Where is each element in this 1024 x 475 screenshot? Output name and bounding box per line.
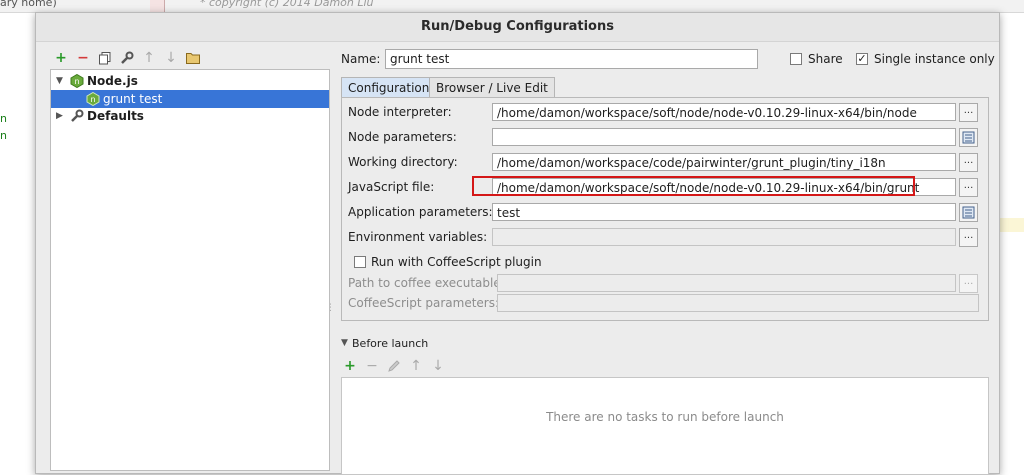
tree-item-defaults[interactable]: ▶ Defaults bbox=[51, 107, 329, 125]
move-down-button[interactable]: ↓ bbox=[162, 49, 180, 67]
tree-label-nodejs: Node.js bbox=[87, 74, 138, 88]
coffee-path-label: Path to coffee executable: bbox=[348, 276, 505, 290]
nodejs-icon: n bbox=[70, 74, 84, 88]
svg-text:n: n bbox=[90, 95, 95, 104]
move-task-down-button[interactable]: ↓ bbox=[429, 357, 447, 375]
working-directory-browse-button[interactable]: ... bbox=[959, 153, 978, 172]
tree-label-defaults: Defaults bbox=[87, 109, 144, 123]
environment-variables-label: Environment variables: bbox=[348, 230, 488, 244]
copy-configuration-button[interactable] bbox=[96, 49, 114, 67]
wrench-icon bbox=[71, 109, 84, 122]
background-fragment: n bbox=[0, 129, 7, 142]
node-parameters-label: Node parameters: bbox=[348, 130, 457, 144]
expand-editor-icon bbox=[962, 131, 975, 144]
name-field[interactable]: grunt test bbox=[385, 49, 758, 69]
splitter-handle[interactable]: ⋮ bbox=[326, 303, 335, 313]
background-fragment: n bbox=[0, 112, 7, 125]
run-debug-dialog: Run/Debug Configurations + − ↑ ↓ ▼ n Nod… bbox=[35, 12, 1000, 475]
add-configuration-button[interactable]: + bbox=[52, 49, 70, 67]
folder-button[interactable] bbox=[184, 49, 202, 67]
before-launch-toggle-icon[interactable]: ▼ bbox=[341, 338, 348, 348]
before-launch-title: Before launch bbox=[352, 337, 429, 350]
environment-variables-field[interactable] bbox=[492, 228, 956, 246]
tab-browser-live-edit[interactable]: Browser / Live Edit bbox=[429, 77, 555, 97]
application-parameters-label: Application parameters: bbox=[348, 205, 493, 219]
expanded-arrow-icon[interactable]: ▼ bbox=[56, 72, 63, 90]
background-top-text: ary home) bbox=[0, 0, 57, 9]
background-code-text: * copyright (c) 2014 Damon Liu bbox=[200, 0, 374, 9]
move-task-up-button[interactable]: ↑ bbox=[407, 357, 425, 375]
dialog-title: Run/Debug Configurations bbox=[36, 13, 999, 42]
expand-editor-icon bbox=[962, 206, 975, 219]
svg-text:n: n bbox=[74, 77, 79, 86]
add-task-button[interactable]: + bbox=[341, 357, 359, 375]
working-directory-field[interactable]: /home/damon/workspace/code/pairwinter/gr… bbox=[492, 153, 956, 171]
javascript-file-label: JavaScript file: bbox=[348, 180, 435, 194]
node-parameters-expand-button[interactable] bbox=[959, 128, 978, 147]
tree-label-grunt-test: grunt test bbox=[103, 92, 163, 106]
coffee-path-browse-button[interactable]: ... bbox=[959, 274, 978, 293]
share-label: Share bbox=[808, 52, 843, 66]
javascript-file-browse-button[interactable]: ... bbox=[959, 178, 978, 197]
nodejs-config-icon: n bbox=[86, 92, 100, 106]
empty-tasks-message: There are no tasks to run before launch bbox=[546, 410, 784, 424]
pencil-icon bbox=[388, 360, 400, 372]
node-parameters-field[interactable] bbox=[492, 128, 956, 146]
edit-task-button[interactable] bbox=[385, 357, 403, 375]
configuration-tree: ▼ n Node.js n grunt test ▶ Defaults bbox=[50, 69, 330, 471]
tree-item-grunt-test[interactable]: n grunt test bbox=[51, 90, 329, 108]
tree-item-nodejs[interactable]: ▼ n Node.js bbox=[51, 72, 329, 90]
node-interpreter-browse-button[interactable]: ... bbox=[959, 103, 978, 122]
wrench-icon bbox=[121, 51, 134, 64]
edit-defaults-button[interactable] bbox=[118, 49, 136, 67]
copy-icon bbox=[99, 52, 111, 65]
environment-variables-browse-button[interactable]: ... bbox=[959, 228, 978, 247]
coffee-path-field[interactable] bbox=[497, 274, 956, 292]
application-parameters-expand-button[interactable] bbox=[959, 203, 978, 222]
folder-icon bbox=[186, 53, 200, 64]
background-highlight bbox=[998, 218, 1024, 232]
name-label: Name: bbox=[341, 52, 381, 66]
tab-configuration[interactable]: Configuration bbox=[341, 77, 437, 97]
single-instance-label: Single instance only bbox=[874, 52, 995, 66]
coffee-params-label: CoffeeScript parameters: bbox=[348, 296, 500, 310]
coffee-params-field[interactable] bbox=[497, 294, 979, 312]
collapsed-arrow-icon[interactable]: ▶ bbox=[56, 107, 63, 125]
remove-configuration-button[interactable]: − bbox=[74, 49, 92, 67]
annotation-highlight-box bbox=[472, 176, 915, 196]
application-parameters-field[interactable]: test bbox=[492, 203, 956, 221]
move-up-button[interactable]: ↑ bbox=[140, 49, 158, 67]
node-interpreter-field[interactable]: /home/damon/workspace/soft/node/node-v0.… bbox=[492, 103, 956, 121]
working-directory-label: Working directory: bbox=[348, 155, 458, 169]
node-interpreter-label: Node interpreter: bbox=[348, 105, 452, 119]
share-checkbox[interactable] bbox=[790, 53, 802, 65]
before-launch-task-list[interactable]: There are no tasks to run before launch bbox=[341, 377, 989, 475]
coffeescript-label: Run with CoffeeScript plugin bbox=[371, 255, 542, 269]
background-gutter-marker bbox=[150, 0, 165, 12]
single-instance-checkbox[interactable]: ✓ bbox=[856, 53, 868, 65]
coffeescript-checkbox[interactable] bbox=[354, 256, 366, 268]
remove-task-button[interactable]: − bbox=[363, 357, 381, 375]
